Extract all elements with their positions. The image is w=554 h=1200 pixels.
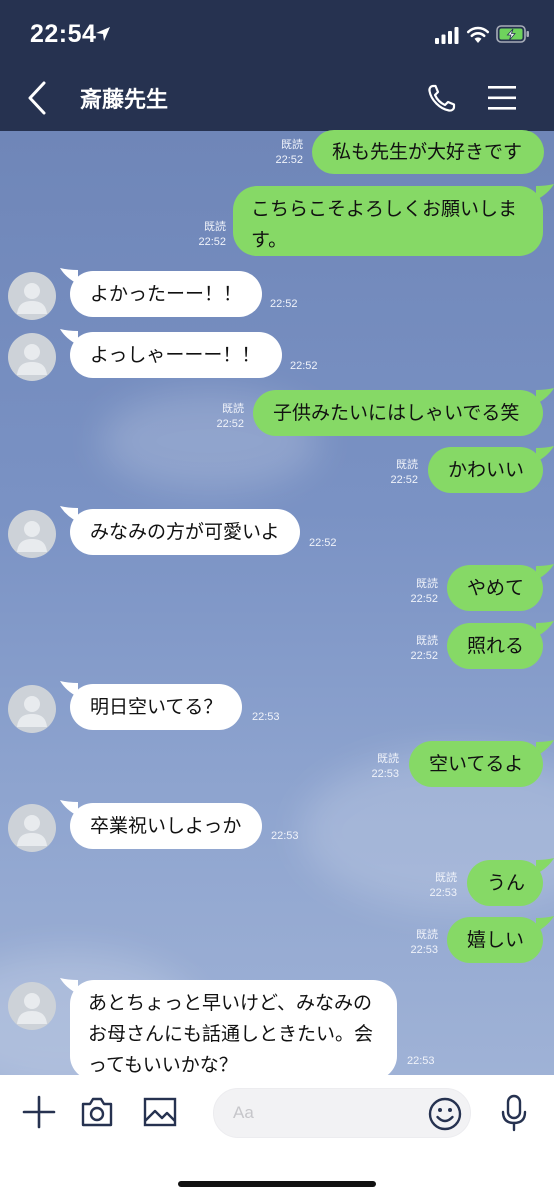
phone-icon[interactable]: [425, 83, 457, 115]
message-bubble: かわいい: [428, 447, 543, 493]
message-time: 22:53: [252, 711, 280, 723]
message-bubble: 卒業祝いしよっか: [70, 803, 262, 849]
chat-title: 斎藤先生: [80, 88, 169, 113]
menu-icon[interactable]: [487, 85, 517, 111]
avatar[interactable]: [8, 510, 56, 558]
message-time: 22:52: [309, 537, 337, 549]
message-bubble: やめて: [447, 565, 543, 611]
avatar[interactable]: [8, 685, 56, 733]
battery-charging-icon: [496, 25, 529, 43]
back-chevron-icon[interactable]: [24, 80, 54, 116]
message-bubble: よっしゃーーー！！: [70, 332, 282, 378]
avatar-silhouette-icon: [17, 815, 47, 846]
message-bubble: みなみの方が可愛いよ: [70, 509, 300, 555]
read-receipt: 既読 22:52: [390, 459, 418, 486]
read-receipt: 既読 22:52: [410, 635, 438, 662]
read-receipt: 既読 22:52: [216, 403, 244, 430]
read-receipt: 既読 22:52: [198, 221, 226, 248]
avatar-silhouette-icon: [17, 283, 47, 314]
message-time: 22:52: [270, 298, 298, 310]
message-bubble: うん: [467, 860, 543, 906]
avatar-silhouette-icon: [17, 993, 47, 1024]
read-receipt: 既読 22:53: [429, 872, 457, 899]
message-time: 22:53: [271, 830, 299, 842]
camera-icon[interactable]: [80, 1096, 114, 1128]
status-time: 22:54: [30, 20, 97, 48]
avatar-silhouette-icon: [17, 696, 47, 727]
avatar[interactable]: [8, 333, 56, 381]
avatar-silhouette-icon: [17, 344, 47, 375]
message-bubble: 空いてるよ: [409, 741, 543, 787]
read-receipt: 既読 22:52: [410, 578, 438, 605]
emoji-icon[interactable]: [428, 1097, 462, 1131]
message-bubble: 明日空いてる？: [70, 684, 242, 730]
avatar[interactable]: [8, 272, 56, 320]
message-bubble: 照れる: [447, 623, 543, 669]
signal-icon: [435, 27, 459, 44]
message-time: 22:52: [290, 360, 318, 372]
location-arrow-icon: [96, 27, 110, 41]
avatar-silhouette-icon: [17, 521, 47, 552]
wifi-icon: [466, 26, 490, 43]
message-time: 22:53: [407, 1055, 435, 1067]
message-bubble: 子供みたいにはしゃいでる笑: [253, 390, 543, 436]
message-bubble: よかったーー！！: [70, 271, 262, 317]
chat-header: 22:54 斎藤先生: [0, 0, 554, 131]
read-receipt: 既読 22:53: [410, 929, 438, 956]
message-bubble: 嬉しい: [447, 917, 543, 963]
message-input-placeholder: Aa: [233, 1103, 254, 1122]
microphone-icon[interactable]: [500, 1094, 528, 1132]
read-receipt: 既読 22:53: [371, 753, 399, 780]
plus-icon[interactable]: [22, 1095, 56, 1129]
home-indicator[interactable]: [178, 1181, 376, 1187]
message-bubble: こちらこそよろしくお願いします。: [233, 186, 543, 256]
message-bubble: 私も先生が大好きです: [312, 130, 544, 174]
read-receipt: 既読 22:52: [275, 139, 303, 166]
image-icon[interactable]: [143, 1096, 177, 1128]
avatar[interactable]: [8, 804, 56, 852]
avatar[interactable]: [8, 982, 56, 1030]
message-bubble: あとちょっと早いけど、みなみのお母さんにも話通しときたい。会ってもいいかな？: [70, 980, 397, 1080]
